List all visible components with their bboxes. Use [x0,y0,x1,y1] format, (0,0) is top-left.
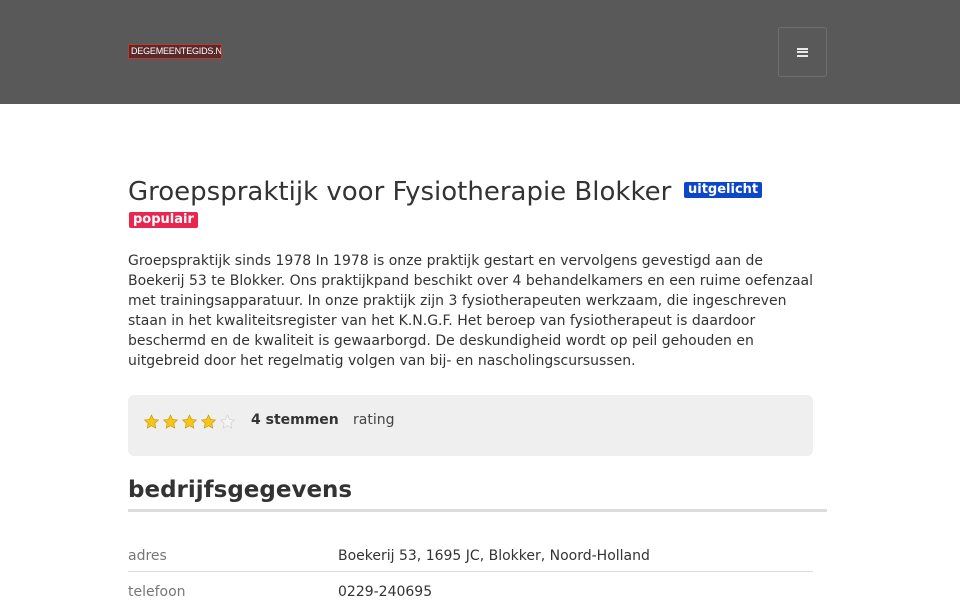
badge-populair: populair [129,212,198,228]
star-empty-icon[interactable] [219,414,236,430]
section-divider [128,509,827,512]
info-value[interactable]: 0229-240695 [338,584,432,600]
site-header: DEGEMEENTEGIDS.NL [0,0,960,104]
vote-count: 4 stemmen [251,412,339,428]
info-value: Boekerij 53, 1695 JC, Blokker, Noord-Hol… [338,548,650,564]
star-rating[interactable] [143,414,236,430]
info-key: telefoon [128,584,186,600]
menu-toggle-button[interactable] [778,27,827,77]
page-title: Groepspraktijk voor Fysiotherapie Blokke… [128,177,672,207]
listing-description: Groepspraktijk sinds 1978 In 1978 is onz… [128,253,814,369]
rating-panel: 4 stemmen rating [128,395,813,456]
badge-uitgelicht: uitgelicht [684,182,763,198]
hamburger-icon [797,47,808,57]
rating-label: rating [353,412,395,428]
star-filled-icon[interactable] [143,414,160,430]
row-divider [128,571,813,572]
star-filled-icon[interactable] [200,414,217,430]
info-key: adres [128,548,167,564]
star-filled-icon[interactable] [181,414,198,430]
site-logo[interactable]: DEGEMEENTEGIDS.NL [128,44,222,59]
star-filled-icon[interactable] [162,414,179,430]
section-heading-bedrijfsgegevens: bedrijfsgegevens [128,477,353,503]
